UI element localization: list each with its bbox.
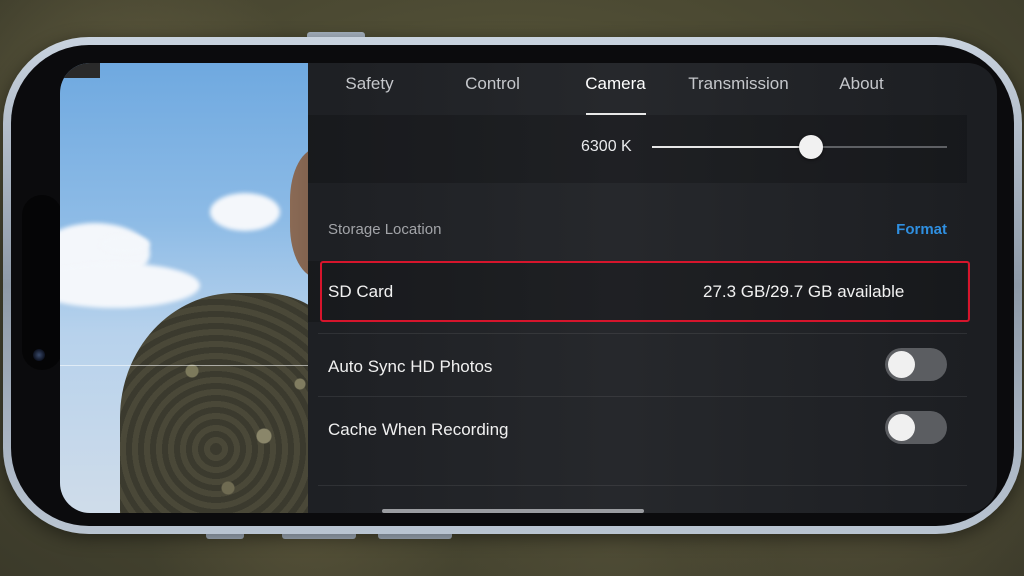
toggle-knob [888, 351, 915, 378]
horizon-line [60, 365, 308, 366]
toggle-knob [888, 414, 915, 441]
person-shirt [120, 293, 308, 513]
cache-when-recording-toggle[interactable] [885, 411, 947, 444]
cloud [100, 235, 150, 253]
preview-corner [60, 63, 100, 78]
settings-tabs: Safety Control Camera Transmission About [308, 63, 997, 115]
auto-sync-hd-photos-label: Auto Sync HD Photos [328, 357, 493, 376]
camera-preview[interactable] [60, 63, 308, 513]
cloud [60, 263, 200, 308]
tab-camera[interactable]: Camera [554, 63, 677, 115]
sd-card-storage-value: 27.3 GB/29.7 GB available [703, 282, 905, 301]
tab-safety[interactable]: Safety [308, 63, 431, 115]
settings-panel: Safety Control Camera Transmission About… [308, 63, 997, 513]
sd-card-label: SD Card [328, 282, 394, 301]
divider [318, 485, 967, 486]
front-camera-icon [33, 349, 45, 361]
tab-control[interactable]: Control [431, 63, 554, 115]
dynamic-island [22, 195, 62, 370]
app-screen: Safety Control Camera Transmission About… [60, 63, 997, 513]
person-head [290, 148, 308, 278]
white-balance-value: 6300 K [581, 138, 632, 155]
cloud [210, 193, 280, 231]
tab-about[interactable]: About [800, 63, 923, 115]
white-balance-slider-fill [652, 146, 811, 148]
format-button[interactable]: Format [896, 221, 947, 238]
home-indicator[interactable] [382, 509, 644, 513]
tab-transmission[interactable]: Transmission [677, 63, 800, 115]
divider [318, 396, 967, 397]
auto-sync-hd-photos-toggle[interactable] [885, 348, 947, 381]
white-balance-row [308, 115, 967, 183]
white-balance-slider-handle[interactable] [799, 135, 823, 159]
storage-location-label: Storage Location [328, 221, 442, 238]
cache-when-recording-label: Cache When Recording [328, 420, 509, 439]
divider [318, 333, 967, 334]
